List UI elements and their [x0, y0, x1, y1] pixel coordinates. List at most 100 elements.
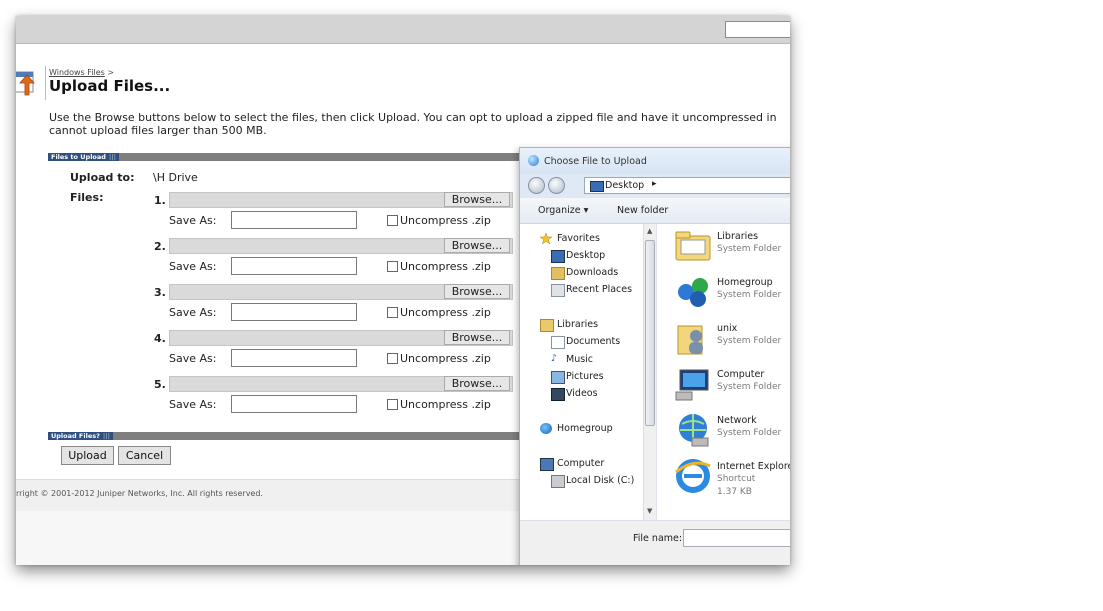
uncompress-label: Uncompress .zip [400, 214, 491, 227]
computer-icon [540, 458, 554, 471]
file-type: Shortcut [717, 474, 756, 484]
top-search-input[interactable] [725, 21, 790, 38]
nav-desktop[interactable]: Desktop [566, 250, 605, 261]
files-label: Files: [70, 191, 104, 204]
breadcrumb-separator: > [107, 68, 115, 77]
videos-icon [551, 388, 565, 401]
uncompress-checkbox-1[interactable] [387, 215, 398, 226]
nav-videos[interactable]: Videos [566, 388, 598, 399]
nav-local-disk[interactable]: Local Disk (C:) [566, 475, 634, 486]
uncompress-checkbox-4[interactable] [387, 353, 398, 364]
desktop-icon [590, 181, 604, 192]
nav-documents[interactable]: Documents [566, 336, 620, 347]
save-as-input-3[interactable] [231, 303, 357, 321]
page-title: Upload Files... [49, 77, 171, 95]
network-icon [679, 414, 709, 447]
save-as-label: Save As: [169, 214, 217, 227]
uncompress-checkbox-5[interactable] [387, 399, 398, 410]
star-icon [540, 233, 552, 244]
organize-button[interactable]: Organize ▾ [538, 205, 588, 216]
file-row-number: 4. [154, 332, 166, 345]
user-folder-icon [677, 325, 703, 355]
nav-computer[interactable]: Computer [557, 458, 604, 469]
navigation-pane: Favorites Desktop Downloads Recent Place… [520, 224, 657, 520]
uncompress-label: Uncompress .zip [400, 260, 491, 273]
file-name: unix [717, 323, 738, 334]
address-bar[interactable]: Desktop ▸ [584, 177, 790, 194]
file-item[interactable]: Computer System Folder [660, 362, 790, 406]
dialog-toolbar: Organize ▾ New folder [520, 198, 790, 224]
save-as-input-1[interactable] [231, 211, 357, 229]
browser-window: Windows Files > Upload Files... Use the … [16, 16, 790, 565]
save-as-input-2[interactable] [231, 257, 357, 275]
files-to-upload-title: Files to Upload ||| [48, 153, 120, 161]
nav-downloads[interactable]: Downloads [566, 267, 618, 278]
nav-homegroup[interactable]: Homegroup [557, 423, 613, 434]
file-name: Internet Explorer [717, 461, 790, 472]
browse-button-5[interactable]: Browse... [444, 376, 510, 391]
upload-page-icon [16, 71, 35, 96]
file-name: Homegroup [717, 277, 773, 288]
back-arrow-icon[interactable] [528, 177, 545, 194]
upload-button[interactable]: Upload [61, 446, 114, 465]
desktop-icon [551, 250, 565, 263]
files-to-upload-header: Files to Upload ||| [48, 153, 528, 161]
nav-favorites[interactable]: Favorites [557, 233, 600, 244]
browse-button-2[interactable]: Browse... [444, 238, 510, 253]
file-type: System Folder [717, 428, 782, 438]
file-item[interactable]: Internet Explorer Shortcut 1.37 KB [660, 454, 790, 498]
chevron-right-icon[interactable]: ▸ [652, 179, 657, 189]
file-row-number: 5. [154, 378, 166, 391]
browse-button-1[interactable]: Browse... [444, 192, 510, 207]
upload-to-label: Upload to: [70, 171, 135, 184]
file-list: Libraries System Folder Homegroup System… [660, 224, 790, 520]
music-icon: ♪ [551, 353, 558, 364]
computer-icon [675, 369, 709, 401]
uncompress-checkbox-3[interactable] [387, 307, 398, 318]
nav-scrollbar[interactable]: ▲ ▼ [643, 224, 656, 520]
uncompress-checkbox-2[interactable] [387, 261, 398, 272]
save-as-label: Save As: [169, 260, 217, 273]
breadcrumb: Windows Files > [49, 68, 114, 77]
save-as-label: Save As: [169, 398, 217, 411]
file-name: Network [717, 415, 757, 426]
file-item[interactable]: unix System Folder [660, 316, 790, 360]
file-item[interactable]: Network System Folder [660, 408, 790, 452]
uncompress-label: Uncompress .zip [400, 398, 491, 411]
title-divider [45, 66, 46, 100]
browse-button-4[interactable]: Browse... [444, 330, 510, 345]
browse-button-3[interactable]: Browse... [444, 284, 510, 299]
scroll-down-icon[interactable]: ▼ [647, 507, 652, 515]
cancel-button[interactable]: Cancel [118, 446, 171, 465]
homegroup-icon [540, 423, 552, 434]
upload-files-header: Upload Files? ||| [48, 432, 528, 440]
scroll-up-icon[interactable]: ▲ [647, 227, 652, 235]
file-item[interactable]: Libraries System Folder [660, 224, 790, 268]
instructions-text: Use the Browse buttons below to select t… [49, 111, 777, 137]
top-bar [16, 16, 790, 44]
local-disk-icon [551, 475, 565, 488]
file-name-input[interactable] [683, 529, 790, 547]
save-as-input-4[interactable] [231, 349, 357, 367]
new-folder-button[interactable]: New folder [617, 205, 668, 216]
forward-arrow-icon[interactable] [548, 177, 565, 194]
recent-places-icon [551, 284, 565, 297]
uncompress-label: Uncompress .zip [400, 352, 491, 365]
file-name: Libraries [717, 231, 759, 242]
nav-pictures[interactable]: Pictures [566, 371, 604, 382]
file-row-number: 3. [154, 286, 166, 299]
internet-explorer-icon [528, 155, 539, 166]
choose-file-dialog: Choose File to Upload Desktop ▸ Organize… [519, 147, 790, 565]
save-as-input-5[interactable] [231, 395, 357, 413]
file-row-number: 1. [154, 194, 166, 207]
nav-recent-places[interactable]: Recent Places [566, 284, 632, 295]
pictures-icon [551, 371, 565, 384]
save-as-label: Save As: [169, 352, 217, 365]
nav-libraries[interactable]: Libraries [557, 319, 598, 330]
homegroup-icon [678, 278, 708, 307]
file-item[interactable]: Homegroup System Folder [660, 270, 790, 314]
breadcrumb-windows-files-link[interactable]: Windows Files [49, 68, 105, 77]
nav-music[interactable]: Music [566, 354, 593, 365]
scrollbar-thumb[interactable] [645, 240, 655, 426]
page-background [16, 511, 526, 565]
